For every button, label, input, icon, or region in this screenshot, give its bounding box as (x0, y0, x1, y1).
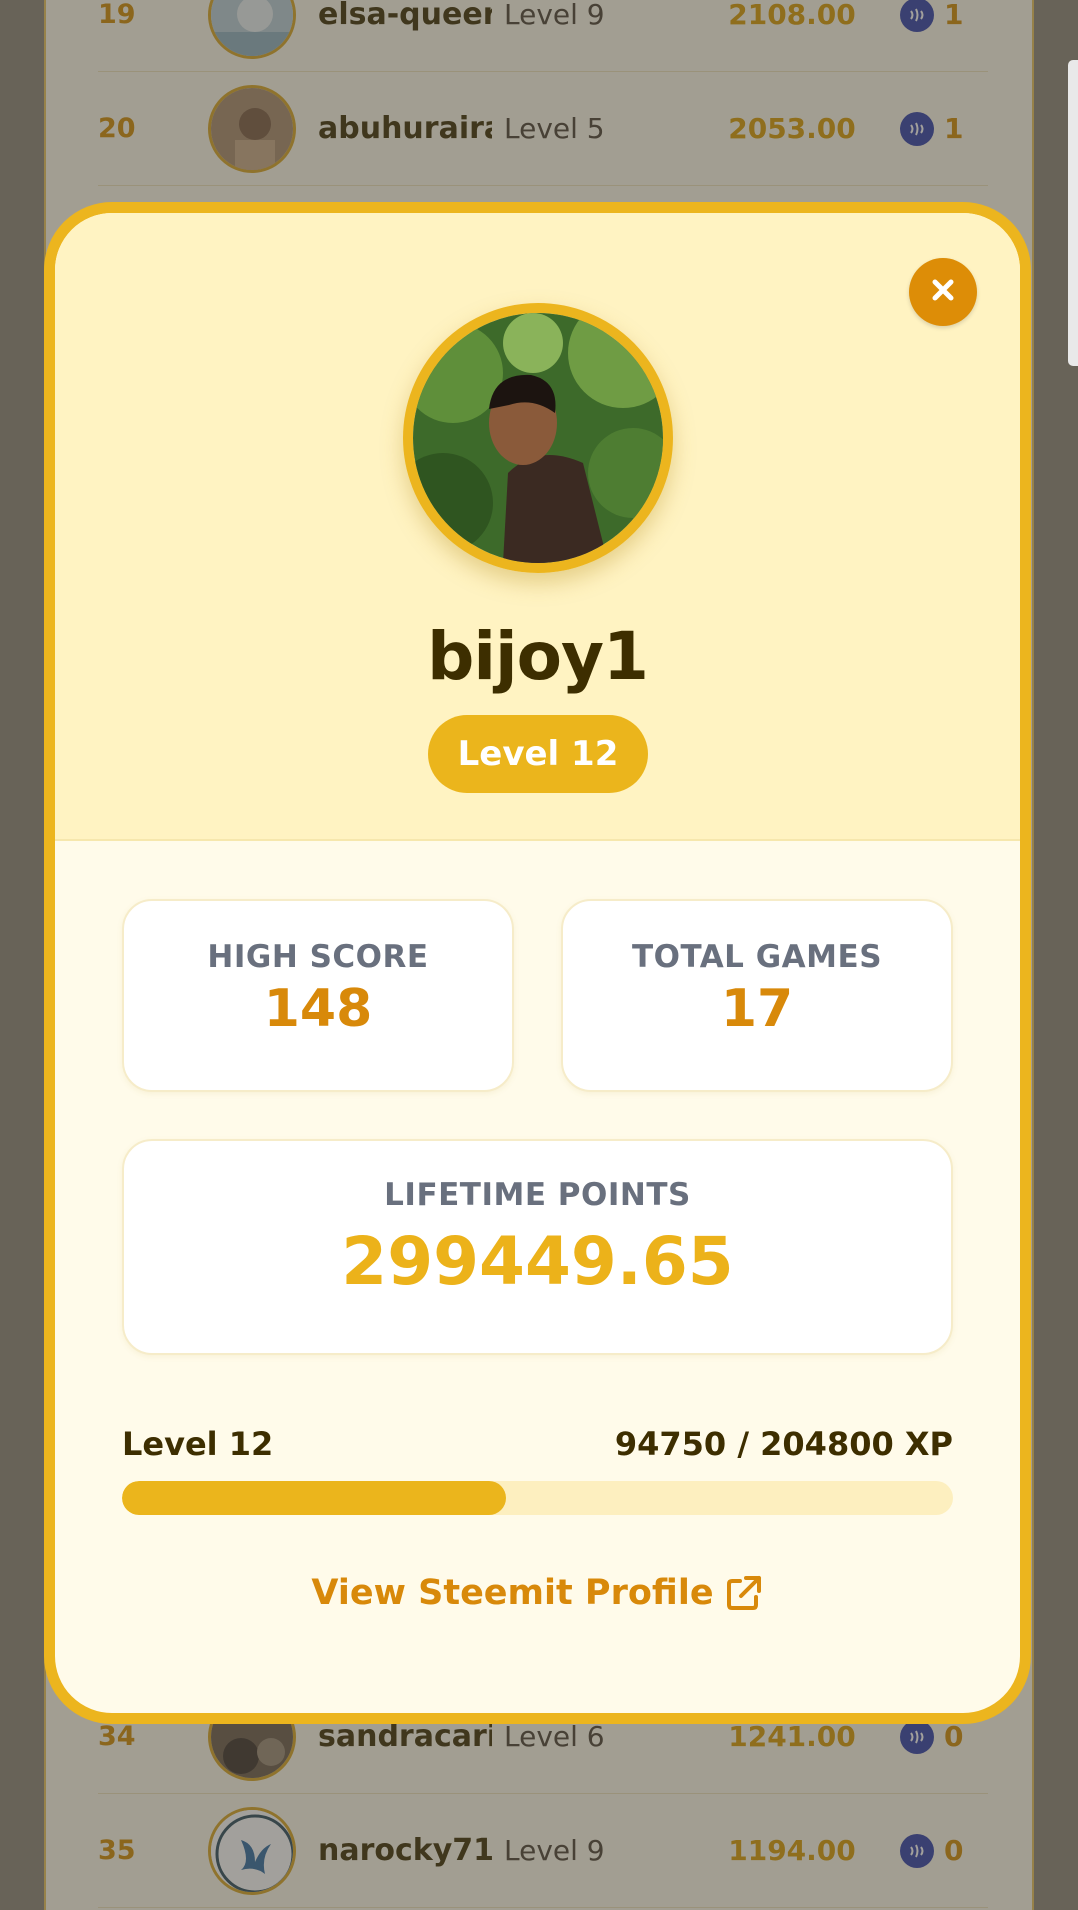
profile-username: bijoy1 (427, 618, 649, 695)
lifetime-points-value: 299449.65 (341, 1223, 734, 1300)
close-button[interactable] (909, 258, 977, 326)
high-score-value: 148 (263, 979, 373, 1039)
lifetime-points-card: LIFETIME POINTS 299449.65 (122, 1139, 953, 1355)
total-games-label: TOTAL GAMES (631, 939, 883, 975)
steemit-link-label: View Steemit Profile (311, 1573, 714, 1613)
total-games-value: 17 (720, 979, 794, 1039)
xp-progress-fill (122, 1481, 507, 1515)
high-score-card: HIGH SCORE 148 (122, 899, 514, 1092)
profile-header: bijoy1 Level 12 (55, 213, 1020, 841)
scrollbar[interactable] (1068, 60, 1078, 366)
profile-avatar (403, 303, 673, 573)
lifetime-points-label: LIFETIME POINTS (384, 1177, 691, 1213)
total-games-card: TOTAL GAMES 17 (561, 899, 953, 1092)
xp-level-label: Level 12 (122, 1425, 274, 1463)
xp-progress-text: 94750 / 204800 XP (614, 1425, 953, 1463)
external-link-icon (726, 1576, 761, 1610)
close-icon (930, 277, 956, 307)
xp-progress-bar (122, 1481, 953, 1515)
profile-modal: bijoy1 Level 12 HIGH SCORE 148 TOTAL GAM… (44, 202, 1031, 1724)
high-score-label: HIGH SCORE (207, 939, 429, 975)
level-badge: Level 12 (428, 715, 648, 793)
view-steemit-profile-link[interactable]: View Steemit Profile (55, 1573, 1020, 1613)
